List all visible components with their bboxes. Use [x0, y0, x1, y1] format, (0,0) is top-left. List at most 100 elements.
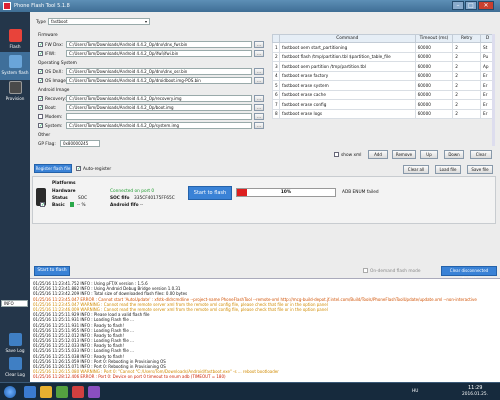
android-fifo-label: Android fifo — [110, 203, 139, 208]
remove-button[interactable]: Remove — [392, 150, 416, 159]
ie-icon[interactable] — [24, 386, 36, 398]
sidebar-item-flash[interactable]: Flash — [0, 26, 30, 54]
flash-progress-label: 10% — [280, 190, 292, 195]
table-row[interactable]: 6 fastboot erase cache 60000 2 Er — [272, 89, 495, 100]
explorer-icon[interactable] — [40, 386, 52, 398]
system-flash-icon — [8, 55, 22, 68]
register-flash-file-button[interactable]: Register flash file — [34, 164, 72, 173]
os-image-label: OS Image: — [45, 79, 68, 84]
android-section-title: Android Image — [38, 88, 70, 93]
clear-all-button[interactable]: Clear all — [403, 165, 429, 174]
command-table-header: Command Timeout (ms) Retry D — [272, 34, 495, 43]
command-cell: fastboot erase config — [278, 99, 416, 110]
app-taskbar-icon[interactable] — [72, 386, 84, 398]
gp-flag-field[interactable]: 0x80000245 — [60, 140, 100, 147]
system-field[interactable]: C:/Users/Tom/Downloads/Android 4.4.2_Op/… — [66, 122, 252, 129]
sidebar-item-label: Flash — [9, 44, 21, 49]
modem-checkbox[interactable] — [38, 114, 43, 119]
os-dnx-browse-button[interactable]: ... — [254, 68, 264, 75]
table-row[interactable]: 1 fastboot oem start_partitioning 60000 2 St — [272, 42, 495, 53]
minimize-button[interactable]: – — [452, 1, 464, 10]
os-dnx-field[interactable]: C:/Users/Tom/Downloads/Android 4.4.2_Op/… — [66, 68, 252, 75]
table-scrollbar[interactable] — [492, 34, 495, 146]
retry-cell: 2 — [452, 80, 482, 91]
log-level-select[interactable]: INFO — [1, 300, 28, 307]
auto-register-checkbox[interactable]: ✓ — [76, 166, 81, 172]
command-cell: fastboot erase factory — [278, 70, 416, 81]
os-dnx-label: OS DnX: — [45, 70, 63, 75]
recovery-field[interactable]: C:/Users/Tom/Downloads/Android 4.4.2_Op/… — [66, 95, 252, 102]
close-button[interactable]: ✕ — [478, 1, 494, 10]
os-dnx-checkbox[interactable]: ✓ — [38, 69, 43, 75]
clock-date[interactable]: 2016.01.25. — [462, 392, 488, 397]
table-row[interactable]: 5 fastboot erase system 60000 2 Er — [272, 80, 495, 91]
modem-browse-button[interactable]: ... — [254, 113, 264, 120]
ifwi-field[interactable]: C:/Users/Tom/Downloads/Android 4.4.2_Op/… — [66, 50, 252, 57]
hardware-label: Hardware — [52, 189, 76, 194]
timeout-cell: 60000 — [414, 89, 454, 100]
down-button[interactable]: Down — [444, 150, 464, 159]
os-image-checkbox[interactable]: ✓ — [38, 78, 43, 84]
sidebar-item-provision[interactable]: Provision — [0, 78, 30, 106]
taskbar: HU 11:29 2016.01.25. — [0, 382, 500, 400]
fw-dnx-browse-button[interactable]: ... — [254, 41, 264, 48]
table-row[interactable]: 7 fastboot erase config 60000 2 Er — [272, 99, 495, 110]
platforms-panel — [32, 176, 496, 224]
table-row[interactable]: 3 fastboot oem partition /tmp/partition.t… — [272, 61, 495, 72]
start-menu-icon[interactable] — [4, 386, 16, 398]
ondemand-checkbox[interactable] — [363, 268, 368, 273]
up-button[interactable]: Up — [420, 150, 438, 159]
start-to-flash-button[interactable]: Start to flash — [34, 266, 70, 276]
column-header — [272, 34, 280, 43]
system-checkbox[interactable]: ✓ — [38, 123, 43, 129]
ifwi-checkbox[interactable]: ✓ — [38, 51, 43, 57]
type-label: Type — [36, 20, 46, 25]
recovery-checkbox[interactable]: ✓ — [38, 96, 43, 102]
tool-taskbar-icon[interactable] — [88, 386, 100, 398]
firmware-section-title: Firmware — [38, 33, 58, 38]
clock-time[interactable]: 11:29 — [468, 385, 482, 391]
row-number: 5 — [272, 80, 280, 91]
system-label: System: — [45, 124, 63, 129]
modem-label: Modem: — [45, 115, 63, 120]
table-row[interactable]: 2 fastboot flash /tmp/partition.tbl $part… — [272, 51, 495, 62]
media-icon[interactable] — [56, 386, 68, 398]
load-file-button[interactable]: Load file — [435, 165, 461, 174]
clear-disconnected-button[interactable]: Clear disconnected devices — [441, 266, 497, 281]
clear-button[interactable]: Clear — [470, 150, 492, 159]
os-image-browse-button[interactable]: ... — [254, 77, 264, 84]
column-header: Command — [278, 34, 416, 43]
recovery-browse-button[interactable]: ... — [254, 95, 264, 102]
table-row[interactable]: 4 fastboot erase factory 60000 2 Er — [272, 70, 495, 81]
add-button[interactable]: Add — [368, 150, 388, 159]
boot-browse-button[interactable]: ... — [254, 104, 264, 111]
save-log-label: Save Log — [5, 348, 25, 353]
fw-dnx-field[interactable]: C:/Users/Tom/Downloads/Android 4.4.2_Op/… — [66, 41, 252, 48]
sidebar-item-system-flash[interactable]: System flash — [0, 52, 30, 80]
device-start-flash-button[interactable]: Start to flash — [188, 186, 232, 200]
table-row[interactable]: 8 fastboot erase logs 60000 2 Er — [272, 108, 495, 119]
language-indicator[interactable]: HU — [412, 389, 418, 394]
clear-icon — [8, 357, 22, 370]
connected-status: Connected on port 0 — [110, 189, 155, 194]
boot-field[interactable]: C:/Users/Tom/Downloads/Android 4.4.2_Op/… — [66, 104, 252, 111]
save-icon — [8, 333, 22, 346]
clear-log-button[interactable]: Clear Log — [0, 354, 30, 382]
fw-dnx-checkbox[interactable]: ✓ — [38, 42, 43, 48]
boot-checkbox[interactable]: ✓ — [38, 105, 43, 111]
os-section-title: Operating System — [38, 61, 77, 66]
os-image-field[interactable]: C:/Users/Tom/Downloads/Android 4.4.2_Op/… — [66, 77, 252, 84]
ifwi-label: IFWI: — [45, 52, 56, 57]
maximize-button[interactable]: □ — [465, 1, 477, 10]
basic-label: Basic — [52, 203, 65, 208]
app-icon — [3, 2, 11, 10]
type-select[interactable]: fastboot ▾ — [48, 18, 150, 25]
basic-checkbox[interactable]: ✓ — [40, 202, 45, 208]
ifwi-browse-button[interactable]: ... — [254, 50, 264, 57]
modem-field[interactable] — [66, 113, 252, 120]
save-file-button[interactable]: Save file — [467, 165, 493, 174]
row-number: 7 — [272, 99, 280, 110]
show-xml-checkbox[interactable] — [334, 152, 339, 157]
system-browse-button[interactable]: ... — [254, 122, 264, 129]
basic-status-indicator — [70, 202, 74, 207]
